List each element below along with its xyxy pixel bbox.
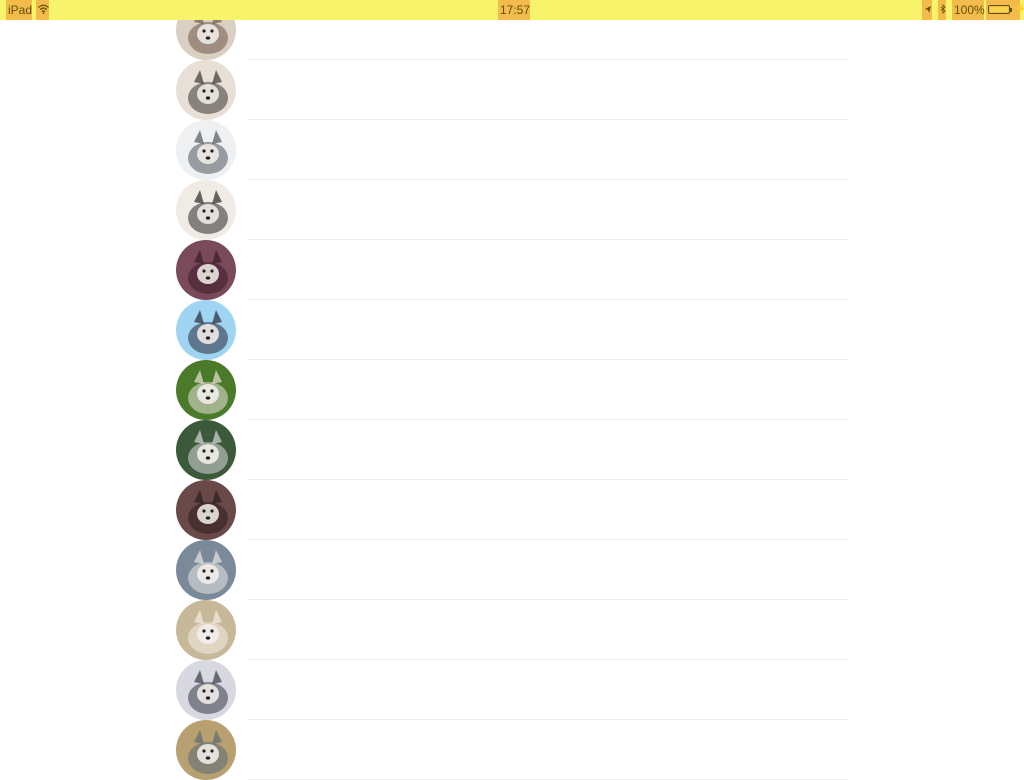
list-item[interactable] (0, 720, 1024, 780)
dog-avatar-9 (176, 480, 236, 540)
dog-avatar-6 (176, 300, 236, 360)
list-item[interactable] (0, 240, 1024, 300)
dog-avatar-3 (176, 120, 236, 180)
battery-cap (1010, 8, 1012, 12)
dog-avatar-12 (176, 660, 236, 720)
list-item[interactable] (0, 420, 1024, 480)
dog-avatar-2 (176, 60, 236, 120)
list-item[interactable] (0, 660, 1024, 720)
list-item[interactable] (0, 600, 1024, 660)
dog-avatar-11 (176, 600, 236, 660)
list-item[interactable] (0, 60, 1024, 120)
charging-bolt-icon: ⚡ (1014, 4, 1024, 15)
list-item[interactable] (0, 300, 1024, 360)
dog-avatar-13 (176, 720, 236, 780)
dog-avatar-7 (176, 360, 236, 420)
dog-avatar-5 (176, 240, 236, 300)
location-arrow-icon (922, 0, 932, 20)
battery-percentage: 100% (952, 0, 985, 20)
dog-avatar-4 (176, 180, 236, 240)
carrier-label: iPad (6, 0, 32, 20)
dog-avatar-10 (176, 540, 236, 600)
list-item[interactable] (0, 360, 1024, 420)
wifi-icon (36, 0, 49, 20)
status-bar: iPad 17:57 100% ⚡ (0, 0, 1024, 20)
list-item[interactable] (0, 480, 1024, 540)
list-item[interactable] (0, 120, 1024, 180)
battery-icon: ⚡ (986, 0, 1024, 20)
dog-avatar-8 (176, 420, 236, 480)
list-item[interactable] (0, 180, 1024, 240)
battery-body (988, 5, 1010, 14)
bluetooth-icon (938, 0, 946, 20)
dog-list (0, 0, 1024, 780)
list-item[interactable] (0, 540, 1024, 600)
battery-level (990, 7, 1008, 12)
clock-time: 17:57 (498, 0, 530, 20)
